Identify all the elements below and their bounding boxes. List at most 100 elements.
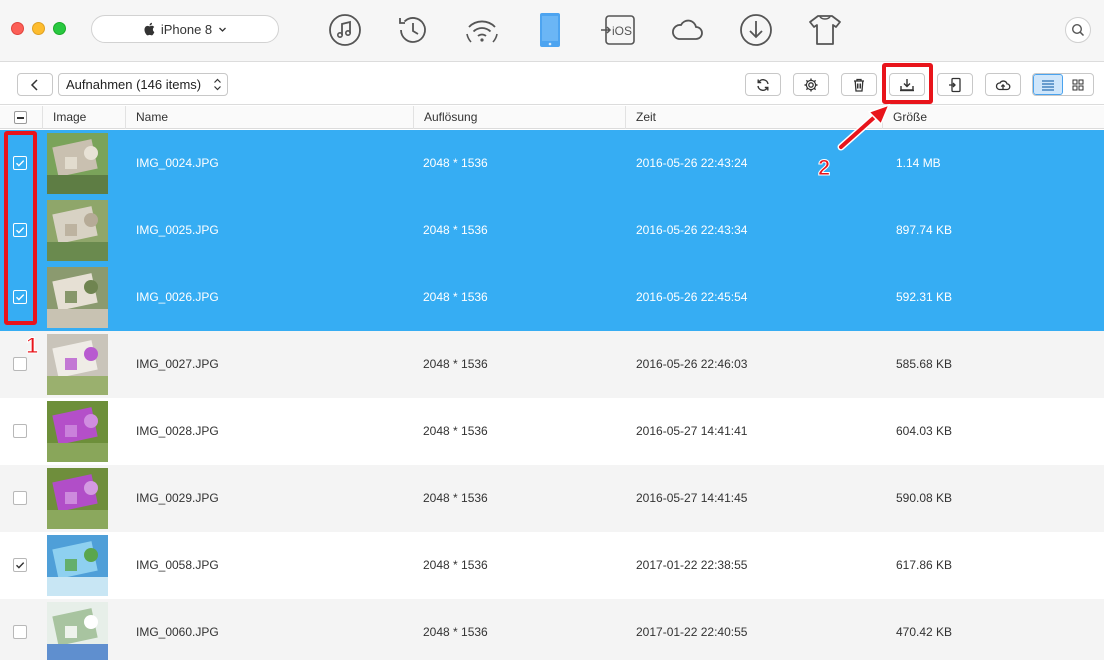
photo-thumbnail[interactable]: [47, 468, 108, 529]
column-header-size[interactable]: Größe: [882, 106, 1104, 129]
row-time: 2016-05-26 22:43:24: [636, 156, 748, 170]
select-all-checkbox[interactable]: [14, 111, 27, 124]
table-row[interactable]: IMG_0026.JPG 2048 * 1536 2016-05-26 22:45:…: [0, 264, 1104, 331]
photo-thumbnail[interactable]: [47, 535, 108, 596]
toolbar: Aufnahmen (146 items): [0, 63, 1104, 105]
cloud-icon: [672, 19, 703, 40]
thumbnail-image: [47, 535, 108, 596]
table-row[interactable]: IMG_0060.JPG 2048 * 1536 2017-01-22 22:40:…: [0, 599, 1104, 660]
tab-device[interactable]: [530, 10, 570, 50]
row-checkbox[interactable]: [13, 357, 27, 371]
device-name: iPhone 8: [160, 21, 213, 37]
chevron-left-icon: [30, 78, 38, 91]
row-resolution: 2048 * 1536: [423, 223, 488, 237]
history-icon: [399, 17, 426, 43]
row-resolution: 2048 * 1536: [423, 156, 488, 170]
to-ios-label: iOS: [612, 24, 632, 38]
annotation-step-1: 1: [25, 333, 39, 359]
row-name: IMG_0060.JPG: [136, 625, 219, 639]
tab-cloud[interactable]: [667, 10, 707, 50]
gear-icon: [804, 78, 818, 91]
view-mode-toggle: [1032, 73, 1094, 96]
download-icon: [740, 14, 772, 46]
tab-theme[interactable]: [805, 10, 845, 50]
column-header-name[interactable]: Name: [125, 106, 413, 129]
row-time: 2016-05-26 22:46:03: [636, 357, 748, 371]
row-name: IMG_0028.JPG: [136, 424, 219, 438]
music-icon: [329, 14, 361, 46]
table-row[interactable]: IMG_0027.JPG 2048 * 1536 2016-05-26 22:46:…: [0, 331, 1104, 398]
tab-music[interactable]: [325, 10, 365, 50]
zoom-window-button[interactable]: [53, 22, 66, 35]
top-bar: iPhone 8 iOS: [0, 0, 1104, 62]
row-name: IMG_0024.JPG: [136, 156, 219, 170]
grid-view-icon: [1072, 79, 1084, 90]
photo-thumbnail[interactable]: [47, 200, 108, 261]
column-header-image[interactable]: Image: [42, 106, 126, 129]
close-window-button[interactable]: [11, 22, 24, 35]
row-time: 2016-05-27 14:41:41: [636, 424, 748, 438]
delete-button[interactable]: [841, 73, 877, 96]
row-time: 2016-05-26 22:43:34: [636, 223, 748, 237]
row-size: 617.86 KB: [896, 558, 953, 572]
tab-to-ios[interactable]: iOS: [598, 10, 638, 50]
checkmark-icon: [16, 562, 25, 569]
device-selector[interactable]: iPhone 8: [91, 15, 279, 43]
row-resolution: 2048 * 1536: [423, 424, 488, 438]
photo-thumbnail[interactable]: [47, 602, 108, 660]
table-row[interactable]: IMG_0029.JPG 2048 * 1536 2016-05-27 14:41:…: [0, 465, 1104, 532]
row-resolution: 2048 * 1536: [423, 625, 488, 639]
search-button[interactable]: [1065, 17, 1091, 43]
row-name: IMG_0026.JPG: [136, 290, 219, 304]
table-row[interactable]: IMG_0028.JPG 2048 * 1536 2016-05-27 14:41:…: [0, 398, 1104, 465]
to-ios-icon: iOS: [601, 15, 635, 45]
thumbnail-image: [47, 602, 108, 660]
refresh-icon: [757, 78, 769, 91]
table-row[interactable]: IMG_0058.JPG 2048 * 1536 2017-01-22 22:38:…: [0, 532, 1104, 599]
row-name: IMG_0025.JPG: [136, 223, 219, 237]
photo-thumbnail[interactable]: [47, 401, 108, 462]
table-row[interactable]: IMG_0024.JPG 2048 * 1536 2016-05-26 22:43:…: [0, 130, 1104, 197]
list-view-button[interactable]: [1033, 74, 1064, 95]
row-name: IMG_0029.JPG: [136, 491, 219, 505]
chevron-down-icon: [219, 27, 227, 32]
send-to-device-button[interactable]: [937, 73, 973, 96]
settings-button[interactable]: [793, 73, 829, 96]
album-label: Aufnahmen (146 items): [66, 77, 202, 92]
photo-thumbnail[interactable]: [47, 133, 108, 194]
row-resolution: 2048 * 1536: [423, 357, 488, 371]
photo-thumbnail[interactable]: [47, 334, 108, 395]
refresh-button[interactable]: [745, 73, 781, 96]
annotation-highlight-checkboxes: [4, 131, 37, 325]
photo-thumbnail[interactable]: [47, 267, 108, 328]
tab-download[interactable]: [736, 10, 776, 50]
thumbnail-image: [47, 133, 108, 194]
back-button[interactable]: [17, 73, 53, 96]
thumbnail-image: [47, 267, 108, 328]
cloud-upload-icon: [995, 79, 1011, 90]
table-row[interactable]: IMG_0025.JPG 2048 * 1536 2016-05-26 22:43:…: [0, 197, 1104, 264]
row-size: 470.42 KB: [896, 625, 953, 639]
row-time: 2017-01-22 22:38:55: [636, 558, 748, 572]
device-icon: [540, 13, 560, 47]
minimize-window-button[interactable]: [32, 22, 45, 35]
row-checkbox[interactable]: [13, 491, 27, 505]
album-selector[interactable]: Aufnahmen (146 items): [58, 73, 228, 96]
search-icon: [1071, 23, 1085, 37]
up-down-chevron-icon: [214, 78, 221, 91]
tab-wifi-sync[interactable]: [462, 10, 502, 50]
grid-view-button[interactable]: [1063, 74, 1093, 95]
row-time: 2016-05-26 22:45:54: [636, 290, 748, 304]
row-resolution: 2048 * 1536: [423, 491, 488, 505]
row-name: IMG_0058.JPG: [136, 558, 219, 572]
row-checkbox[interactable]: [13, 558, 27, 572]
annotation-highlight-export: [882, 63, 933, 104]
thumbnail-image: [47, 200, 108, 261]
column-header-resolution[interactable]: Auflösung: [413, 106, 626, 129]
row-checkbox[interactable]: [13, 424, 27, 438]
add-from-computer-button[interactable]: [985, 73, 1021, 96]
row-time: 2017-01-22 22:40:55: [636, 625, 748, 639]
row-checkbox[interactable]: [13, 625, 27, 639]
send-to-device-icon: [949, 77, 961, 92]
tab-history[interactable]: [393, 10, 433, 50]
